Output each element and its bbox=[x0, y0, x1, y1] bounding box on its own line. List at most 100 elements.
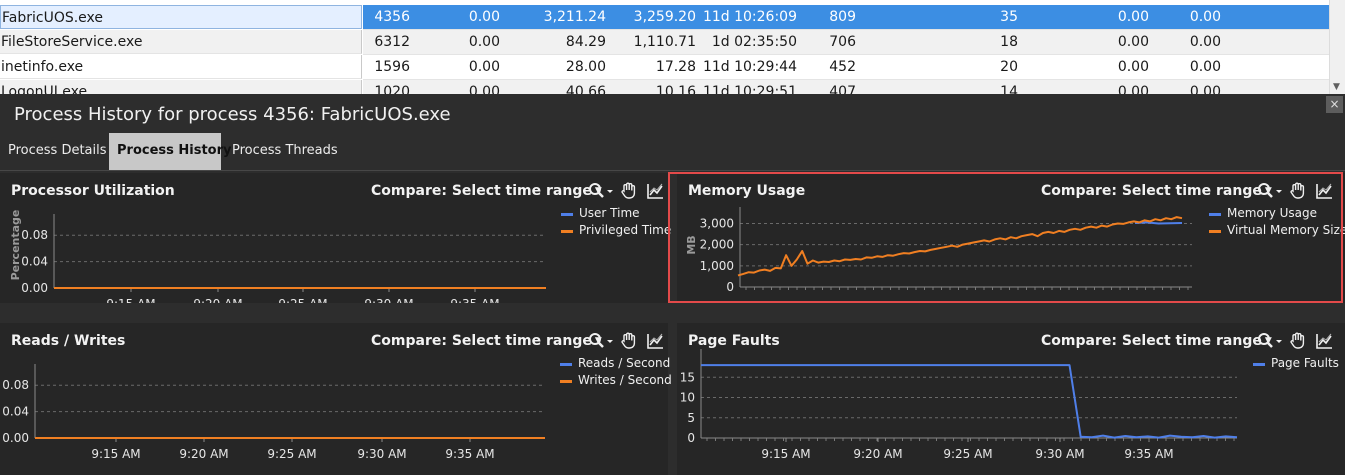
zoom-icon[interactable] bbox=[588, 182, 614, 200]
x-tick-label: 9:35 AM bbox=[445, 447, 494, 461]
value-cell: 40.66 bbox=[565, 84, 606, 94]
value-cell: 17.28 bbox=[655, 59, 696, 75]
value-cell: 407 bbox=[829, 84, 856, 94]
value-cell: 0.00 bbox=[1189, 9, 1221, 25]
pid-cell: 1596 bbox=[374, 59, 410, 75]
chart-type-icon[interactable] bbox=[1315, 332, 1341, 350]
x-tick-label: 9:20 AM bbox=[179, 447, 228, 461]
legend-swatch bbox=[560, 380, 572, 383]
value-cell: 0.00 bbox=[1117, 59, 1149, 75]
legend-swatch bbox=[1253, 363, 1265, 366]
app-window: FabricUOS.exe 4356 0.00 3,211.24 3,259.20 11d… bbox=[0, 0, 1345, 475]
row-values: 6312 0.00 84.29 1,110.71 1d 02:35:50 706 18 0.0… bbox=[363, 30, 1329, 55]
x-tick-label: 9:25 AM bbox=[943, 447, 992, 461]
pan-hand-icon[interactable] bbox=[1289, 182, 1315, 200]
legend-label: User Time bbox=[579, 206, 640, 220]
table-row[interactable]: inetinfo.exe 1596 0.00 28.00 17.28 11d 10:29:… bbox=[0, 55, 1329, 80]
tab-process-history[interactable]: Process History bbox=[109, 133, 232, 170]
legend-label: Memory Usage bbox=[1227, 206, 1318, 220]
value-cell: 0.00 bbox=[1117, 9, 1149, 25]
value-cell: 28.00 bbox=[565, 59, 606, 75]
row-values: 4356 0.00 3,211.24 3,259.20 11d 10:26:09 809 3… bbox=[363, 5, 1329, 30]
pid-cell: 4356 bbox=[374, 9, 410, 25]
process-name-cell: inetinfo.exe bbox=[0, 55, 362, 79]
y-tick-label: 0.00 bbox=[2, 431, 29, 445]
pan-hand-icon[interactable] bbox=[620, 332, 646, 350]
page-faults-panel: Page Faults Compare: Select time range ▼ … bbox=[677, 323, 1345, 475]
y-tick-label: 0 bbox=[687, 431, 695, 445]
legend-label: Writes / Second bbox=[578, 373, 672, 387]
close-icon[interactable]: × bbox=[1326, 96, 1343, 113]
y-tick-label: 0.08 bbox=[21, 228, 48, 242]
series-line-2 bbox=[737, 216, 1183, 277]
y-tick-label: 15 bbox=[680, 370, 695, 384]
value-cell: 452 bbox=[829, 59, 856, 75]
y-tick-label: 1,000 bbox=[700, 259, 734, 273]
x-tick-label: 9:15 AM bbox=[761, 447, 810, 461]
y-axis-title: MB bbox=[685, 235, 698, 254]
chart-plot: 0 5 10 15 9:15 AM 9:20 AM 9:25 AM 9:30 AM 9:35 A… bbox=[680, 349, 1238, 461]
chart-type-icon[interactable] bbox=[1315, 182, 1341, 200]
table-row[interactable]: LogonUI.exe 1020 0.00 40.66 10.16 11d 10:29:5… bbox=[0, 80, 1329, 94]
x-tick-label: 9:30 AM bbox=[357, 447, 406, 461]
value-cell: 0.00 bbox=[468, 34, 500, 50]
y-tick-label: 0.08 bbox=[2, 378, 29, 392]
tab-process-threads[interactable]: Process Threads bbox=[224, 133, 346, 170]
x-tick-label: 9:20 AM bbox=[193, 297, 242, 303]
table-vertical-scrollbar[interactable]: ▼ bbox=[1329, 0, 1345, 94]
value-cell: 3,211.24 bbox=[543, 9, 606, 25]
process-history-title: Process History for process 4356: Fabric… bbox=[14, 104, 451, 125]
x-tick-label: 9:30 AM bbox=[1035, 447, 1084, 461]
zoom-icon[interactable] bbox=[588, 332, 614, 350]
legend-label: Virtual Memory Size bbox=[1227, 223, 1345, 237]
value-cell: 3,259.20 bbox=[633, 9, 696, 25]
value-cell: 14 bbox=[1000, 84, 1018, 94]
legend-swatch bbox=[1209, 230, 1221, 233]
x-tick-label: 9:15 AM bbox=[106, 297, 155, 303]
value-cell: 0.00 bbox=[468, 59, 500, 75]
table-row[interactable]: FabricUOS.exe 4356 0.00 3,211.24 3,259.20 11d… bbox=[0, 5, 1329, 30]
chart-type-icon[interactable] bbox=[646, 182, 672, 200]
legend-label: Privileged Time bbox=[579, 223, 672, 237]
value-cell: 18 bbox=[1000, 34, 1018, 50]
pan-hand-icon[interactable] bbox=[1289, 332, 1315, 350]
value-cell: 0.00 bbox=[468, 9, 500, 25]
pan-hand-icon[interactable] bbox=[620, 182, 646, 200]
value-cell: 0.00 bbox=[1189, 84, 1221, 94]
x-tick-label: 9:15 AM bbox=[91, 447, 140, 461]
process-name-cell: FileStoreService.exe bbox=[0, 30, 362, 54]
value-cell: 0.00 bbox=[1117, 84, 1149, 94]
time-cell: 1d 02:35:50 bbox=[711, 34, 797, 50]
value-cell: 0.00 bbox=[1189, 34, 1221, 50]
x-tick-label: 9:30 AM bbox=[364, 297, 413, 303]
y-tick-label: 3,000 bbox=[700, 216, 734, 230]
x-tick-label: 9:20 AM bbox=[853, 447, 902, 461]
table-row[interactable]: FileStoreService.exe 6312 0.00 84.29 1,110.7… bbox=[0, 30, 1329, 55]
value-cell: 10.16 bbox=[655, 84, 696, 94]
value-cell: 20 bbox=[1000, 59, 1018, 75]
row-values: 1596 0.00 28.00 17.28 11d 10:29:44 452 20 0.00 0… bbox=[363, 55, 1329, 80]
chart-plot: 0.00 0.04 0.08 9:15 AM 9:20 AM 9:25 AM 9:30 AM… bbox=[2, 364, 545, 461]
x-tick-label: 9:25 AM bbox=[267, 447, 316, 461]
y-tick-label: 10 bbox=[680, 391, 695, 405]
value-cell: 0.00 bbox=[1189, 59, 1221, 75]
zoom-icon[interactable] bbox=[1257, 332, 1283, 350]
y-tick-label: 0.04 bbox=[2, 405, 29, 419]
y-tick-label: 0.00 bbox=[21, 281, 48, 295]
row-values: 1020 0.00 40.66 10.16 11d 10:29:51 407 14 0.00 0… bbox=[363, 80, 1329, 94]
chart-type-icon[interactable] bbox=[646, 332, 672, 350]
pid-cell: 6312 bbox=[374, 34, 410, 50]
y-axis-title: Percentage bbox=[9, 210, 22, 281]
processor-utilization-panel: Processor Utilization Compare: Select ti… bbox=[0, 173, 672, 303]
memory-usage-panel: Memory Usage Compare: Select time range ▼… bbox=[677, 173, 1345, 303]
legend-swatch bbox=[1209, 213, 1221, 216]
pid-cell: 1020 bbox=[374, 84, 410, 94]
tab-divider bbox=[0, 170, 1345, 171]
scroll-down-icon[interactable]: ▼ bbox=[1333, 82, 1340, 92]
y-tick-label: 2,000 bbox=[700, 238, 734, 252]
series-line-1 bbox=[1134, 221, 1183, 225]
zoom-icon[interactable] bbox=[1257, 182, 1283, 200]
tab-process-details[interactable]: Process Details bbox=[0, 133, 115, 170]
chart-plot: 0 1,000 2,000 3,000MB bbox=[685, 207, 1192, 294]
x-tick-label: 9:35 AM bbox=[450, 297, 499, 303]
